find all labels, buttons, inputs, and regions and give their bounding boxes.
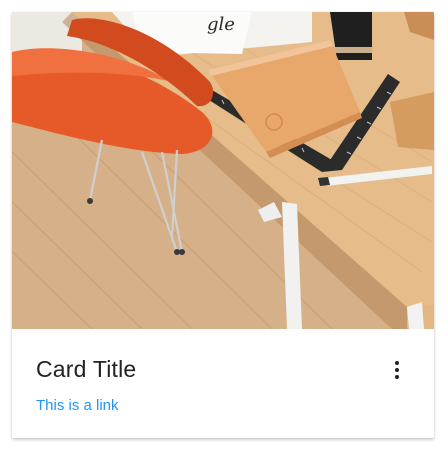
card-content: Card Title This is a link: [12, 329, 434, 438]
menu-dot: [395, 375, 399, 379]
card-image: gle: [12, 12, 434, 329]
more-vert-icon[interactable]: [386, 357, 408, 383]
menu-dot: [395, 368, 399, 372]
menu-dot: [395, 361, 399, 365]
card: gle Card Title This is a link: [12, 12, 434, 438]
card-link[interactable]: This is a link: [36, 397, 119, 414]
svg-text:gle: gle: [207, 14, 235, 35]
card-title: Card Title: [36, 356, 137, 382]
